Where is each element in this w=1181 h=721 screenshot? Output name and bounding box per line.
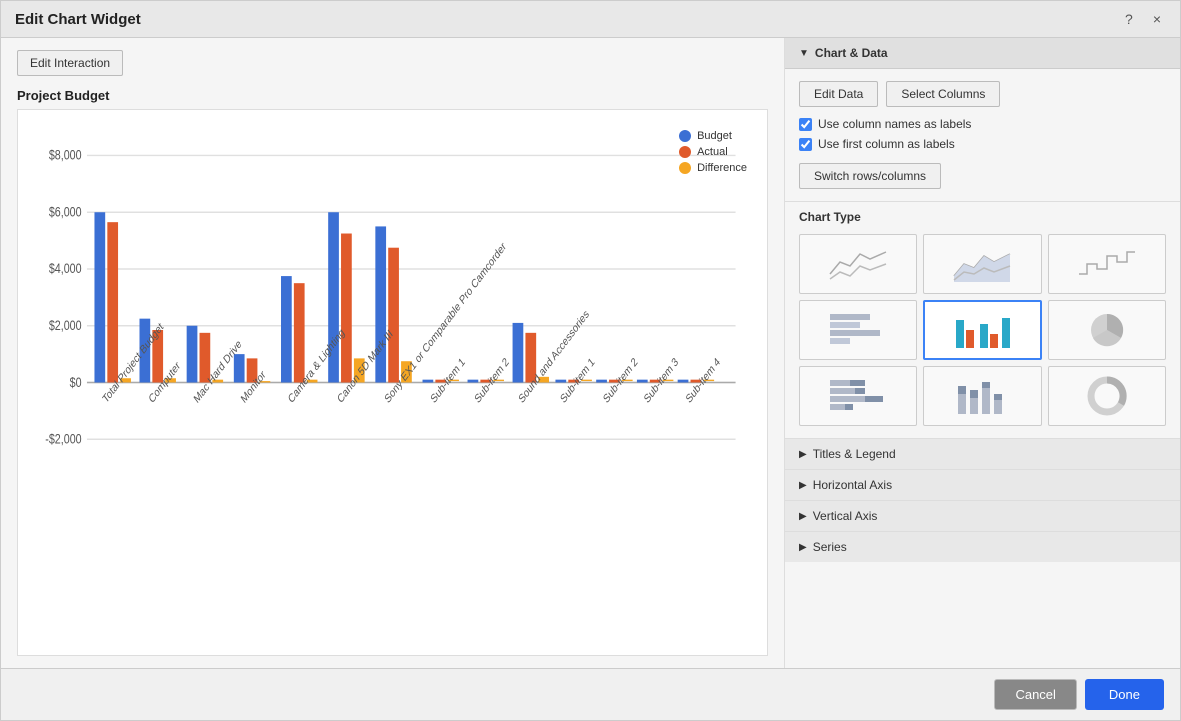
series-label: Series <box>813 540 847 554</box>
use-column-names-checkbox[interactable] <box>799 118 812 131</box>
done-button[interactable]: Done <box>1085 679 1164 710</box>
svg-text:Sub-item 1: Sub-item 1 <box>429 355 467 406</box>
chart-title: Project Budget <box>17 88 768 103</box>
close-button[interactable]: × <box>1148 9 1166 29</box>
legend-label-actual: Actual <box>697 146 728 158</box>
chart-type-vertical-bar[interactable] <box>923 300 1041 360</box>
collapse-arrow-series: ▶ <box>799 542 807 553</box>
collapse-arrow-titles: ▶ <box>799 449 807 460</box>
titles-legend-section[interactable]: ▶ Titles & Legend <box>785 438 1180 469</box>
chart-type-donut[interactable] <box>1048 366 1166 426</box>
svg-text:$4,000: $4,000 <box>49 261 82 277</box>
chart-type-area[interactable] <box>923 234 1041 294</box>
chart-area: Budget Actual Difference $8,000 $6,00 <box>17 109 768 656</box>
help-button[interactable]: ? <box>1120 9 1138 29</box>
chart-data-section-label: Chart & Data <box>815 46 888 60</box>
svg-text:$8,000: $8,000 <box>49 147 82 163</box>
svg-text:Sub-item 2: Sub-item 2 <box>601 355 639 406</box>
dialog-footer: Cancel Done <box>1 668 1180 720</box>
dialog-titlebar: Edit Chart Widget ? × <box>1 1 1180 38</box>
titles-legend-label: Titles & Legend <box>813 447 896 461</box>
collapse-arrow-horizontal: ▶ <box>799 480 807 491</box>
legend-item-difference: Difference <box>679 162 747 174</box>
switch-rows-columns-button[interactable]: Switch rows/columns <box>799 163 941 189</box>
chart-type-stacked-bar[interactable] <box>923 366 1041 426</box>
chart-data-section-content: Edit Data Select Columns Use column name… <box>785 69 1180 202</box>
chart-type-grid <box>785 228 1180 438</box>
chart-type-line[interactable] <box>799 234 917 294</box>
cancel-button[interactable]: Cancel <box>994 679 1076 710</box>
legend-label-difference: Difference <box>697 162 747 174</box>
vertical-axis-label: Vertical Axis <box>813 509 878 523</box>
series-section[interactable]: ▶ Series <box>785 531 1180 562</box>
legend-item-budget: Budget <box>679 130 747 142</box>
edit-data-button[interactable]: Edit Data <box>799 81 878 107</box>
chart-type-label: Chart Type <box>785 202 1180 228</box>
legend-dot-budget <box>679 130 691 142</box>
legend-dot-actual <box>679 146 691 158</box>
vertical-axis-section[interactable]: ▶ Vertical Axis <box>785 500 1180 531</box>
legend-dot-difference <box>679 162 691 174</box>
dialog-title: Edit Chart Widget <box>15 11 141 28</box>
collapse-arrow-chart-data: ▼ <box>799 48 809 59</box>
svg-text:$6,000: $6,000 <box>49 204 82 220</box>
edit-chart-widget-dialog: Edit Chart Widget ? × Edit Interaction P… <box>0 0 1181 721</box>
svg-text:Sub-item 4: Sub-item 4 <box>684 355 722 406</box>
use-first-column-row[interactable]: Use first column as labels <box>799 137 1166 151</box>
collapse-arrow-vertical: ▶ <box>799 511 807 522</box>
svg-text:-$2,000: -$2,000 <box>45 431 81 447</box>
left-panel: Edit Interaction Project Budget Budget A… <box>1 38 785 668</box>
svg-text:$0: $0 <box>70 374 82 390</box>
collapsible-sections: ▶ Titles & Legend ▶ Horizontal Axis ▶ Ve… <box>785 438 1180 668</box>
select-columns-button[interactable]: Select Columns <box>886 81 1000 107</box>
chart-type-pie[interactable] <box>1048 300 1166 360</box>
svg-text:$2,000: $2,000 <box>49 318 82 334</box>
data-buttons-row: Edit Data Select Columns <box>799 81 1166 107</box>
chart-type-step[interactable] <box>1048 234 1166 294</box>
use-first-column-checkbox[interactable] <box>799 138 812 151</box>
use-column-names-row[interactable]: Use column names as labels <box>799 117 1166 131</box>
legend-item-actual: Actual <box>679 146 747 158</box>
titlebar-actions: ? × <box>1120 9 1166 29</box>
legend-label-budget: Budget <box>697 130 732 142</box>
horizontal-axis-section[interactable]: ▶ Horizontal Axis <box>785 469 1180 500</box>
right-panel: ▼ Chart & Data Edit Data Select Columns … <box>785 38 1180 668</box>
edit-interaction-button[interactable]: Edit Interaction <box>17 50 123 76</box>
chart-legend: Budget Actual Difference <box>679 130 747 178</box>
chart-type-stacked-horizontal-bar[interactable] <box>799 366 917 426</box>
chart-type-horizontal-bar[interactable] <box>799 300 917 360</box>
dialog-body: Edit Interaction Project Budget Budget A… <box>1 38 1180 668</box>
svg-text:Sub-item 3: Sub-item 3 <box>642 355 680 406</box>
chart-data-section-header: ▼ Chart & Data <box>785 38 1180 69</box>
horizontal-axis-label: Horizontal Axis <box>813 478 892 492</box>
svg-text:Sub-item 2: Sub-item 2 <box>473 355 511 406</box>
use-first-column-label: Use first column as labels <box>818 137 955 151</box>
use-column-names-label: Use column names as labels <box>818 117 971 131</box>
bar-chart-svg: $8,000 $6,000 $4,000 $2,000 $0 -$2,000 <box>28 120 757 645</box>
